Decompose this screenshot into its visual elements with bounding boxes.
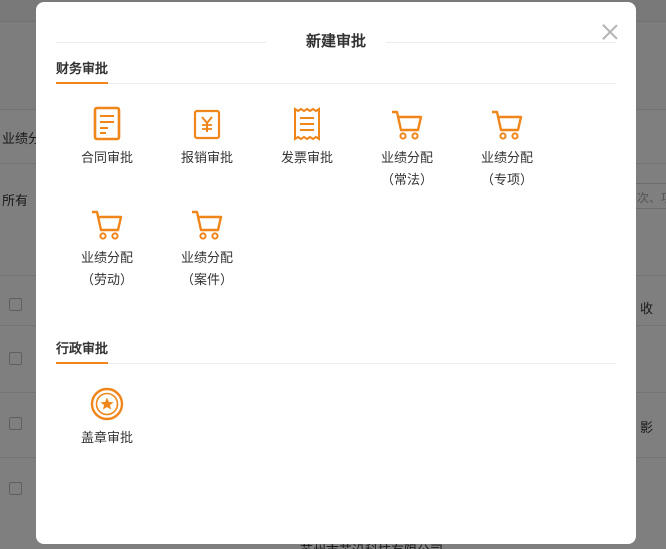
- shopping-cart-icon: [392, 110, 423, 140]
- contract-document-icon: [93, 106, 121, 141]
- section-admin-approval: 行政审批: [56, 342, 616, 364]
- dialog-header: 新建审批: [56, 30, 616, 52]
- section-title: 行政审批: [56, 342, 109, 364]
- invoice-icon: [294, 107, 320, 141]
- approval-item-performance-special[interactable]: 业绩分配 （专项）: [457, 106, 557, 192]
- approval-item-label: 发票审批: [280, 151, 333, 166]
- approval-item-label: 报销审批: [180, 151, 233, 166]
- approval-item-reimbursement[interactable]: 报销审批: [157, 106, 257, 170]
- approval-item-performance-labor[interactable]: 业绩分配 （劳动）: [57, 206, 157, 292]
- section-title: 财务审批: [56, 62, 109, 84]
- dialog-title: 新建审批: [305, 32, 366, 50]
- title-divider-right: [386, 42, 616, 43]
- approval-item-seal[interactable]: 盖章审批: [57, 386, 157, 450]
- seal-stamp-icon: [90, 387, 124, 421]
- approval-item-label: 业绩分配: [80, 251, 133, 266]
- approval-item-label: 盖章审批: [80, 431, 133, 446]
- section-finance-approval: 财务审批: [56, 62, 616, 84]
- approval-item-label: 业绩分配: [380, 151, 433, 166]
- approval-item-label: 合同审批: [80, 151, 133, 166]
- approval-item-invoice[interactable]: 发票审批: [257, 106, 357, 170]
- new-approval-dialog: 新建审批 财务审批 合同审批 报销审批 发票审批 业绩分配 （常法） 业绩分配 …: [36, 2, 636, 544]
- approval-item-sublabel: （专项）: [480, 173, 533, 188]
- yen-receipt-icon: [193, 109, 221, 140]
- shopping-cart-icon: [92, 210, 123, 240]
- approval-item-performance-case[interactable]: 业绩分配 （案件）: [157, 206, 257, 292]
- shopping-cart-icon: [492, 110, 523, 140]
- approval-item-sublabel: （劳动）: [80, 273, 133, 288]
- approval-item-performance-general[interactable]: 业绩分配 （常法）: [357, 106, 457, 192]
- shopping-cart-icon: [192, 210, 223, 240]
- approval-item-label: 业绩分配: [180, 251, 233, 266]
- approval-item-sublabel: （常法）: [380, 173, 433, 188]
- approval-item-contract[interactable]: 合同审批: [57, 106, 157, 170]
- approval-item-label: 业绩分配: [480, 151, 533, 166]
- approval-item-sublabel: （案件）: [180, 273, 233, 288]
